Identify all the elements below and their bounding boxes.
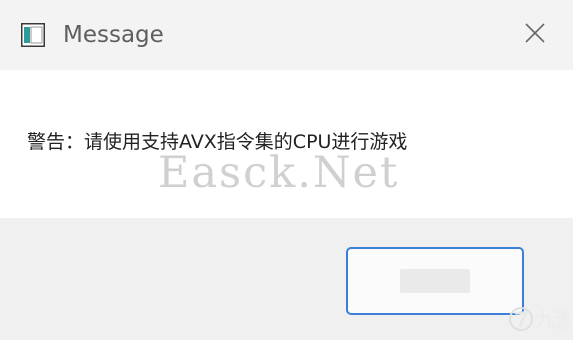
window-title: Message	[63, 22, 164, 48]
message-dialog-window: Message 警告：请使用支持AVX指令集的CPU进行游戏 Easck.Net…	[0, 0, 573, 340]
window-app-icon	[21, 23, 45, 47]
ok-button[interactable]	[346, 247, 524, 315]
jiuyou-logo-icon: 九游	[509, 307, 569, 332]
brand-logo-text: 九游	[534, 308, 569, 332]
jiuyou-logo: 九游	[507, 301, 569, 337]
watermark: Easck.Net	[158, 148, 400, 198]
titlebar[interactable]: Message	[0, 0, 573, 70]
close-icon	[524, 22, 546, 48]
ok-button-label	[400, 269, 470, 293]
close-button[interactable]	[510, 10, 560, 60]
